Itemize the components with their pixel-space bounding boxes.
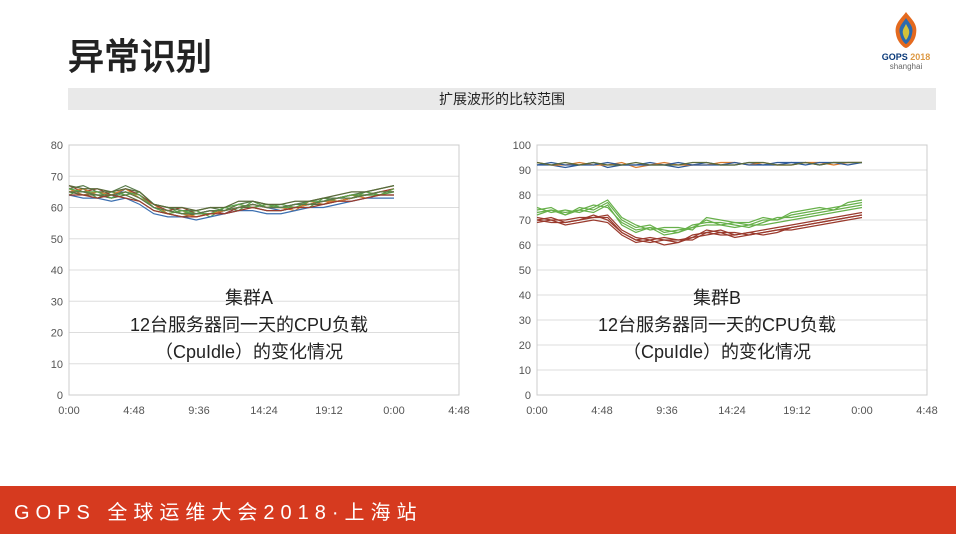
x-tick-label: 9:36: [188, 405, 209, 417]
x-tick-label: 19:12: [315, 405, 343, 417]
y-tick-label: 100: [513, 140, 531, 152]
x-tick-label: 0:00: [383, 405, 404, 417]
series-line: [537, 215, 862, 243]
x-tick-label: 19:12: [783, 405, 811, 417]
chart-cluster-a: 0 10 20 30 40 50 60 70 80 0:00 4:48 9:36 14:24 19:12 0…: [25, 135, 473, 425]
y-tick-label: 80: [519, 190, 531, 202]
page-title: 异常识别: [68, 28, 212, 80]
x-tick-label: 4:48: [448, 405, 469, 417]
series-line: [537, 200, 862, 230]
x-tick-label: 9:36: [656, 405, 677, 417]
subtitle-bar: 扩展波形的比较范围: [68, 88, 936, 110]
x-tick-label: 4:48: [591, 405, 612, 417]
x-tick-label: 14:24: [250, 405, 278, 417]
y-tick-label: 80: [51, 140, 63, 152]
y-tick-label: 40: [519, 290, 531, 302]
x-tick-label: 0:00: [851, 405, 872, 417]
y-tick-label: 40: [51, 265, 63, 277]
event-logo: GOPS 2018 shanghai: [876, 10, 936, 80]
y-tick-label: 10: [51, 359, 63, 371]
y-tick-label: 90: [519, 165, 531, 177]
y-tick-label: 20: [519, 340, 531, 352]
y-tick-label: 20: [51, 328, 63, 340]
y-tick-label: 0: [57, 390, 63, 402]
x-tick-label: 14:24: [718, 405, 746, 417]
x-tick-label: 0:00: [526, 405, 547, 417]
x-tick-label: 4:48: [916, 405, 937, 417]
y-tick-label: 60: [519, 240, 531, 252]
y-tick-label: 50: [519, 265, 531, 277]
y-tick-label: 10: [519, 365, 531, 377]
y-tick-label: 70: [519, 215, 531, 227]
y-tick-label: 70: [51, 171, 63, 183]
chart-cluster-b: 0 10 20 30 40 50 60 70 80 90 100 0:00 4:48 9:36 14:24 1…: [493, 135, 941, 425]
y-tick-label: 30: [519, 315, 531, 327]
footer-bar: GOPS 全球运维大会2018·上海站: [0, 486, 956, 534]
y-tick-label: 60: [51, 203, 63, 215]
y-tick-label: 50: [51, 234, 63, 246]
y-tick-label: 0: [525, 390, 531, 402]
flame-icon: [882, 10, 930, 52]
y-tick-label: 30: [51, 296, 63, 308]
x-tick-label: 4:48: [123, 405, 144, 417]
x-tick-label: 0:00: [58, 405, 79, 417]
